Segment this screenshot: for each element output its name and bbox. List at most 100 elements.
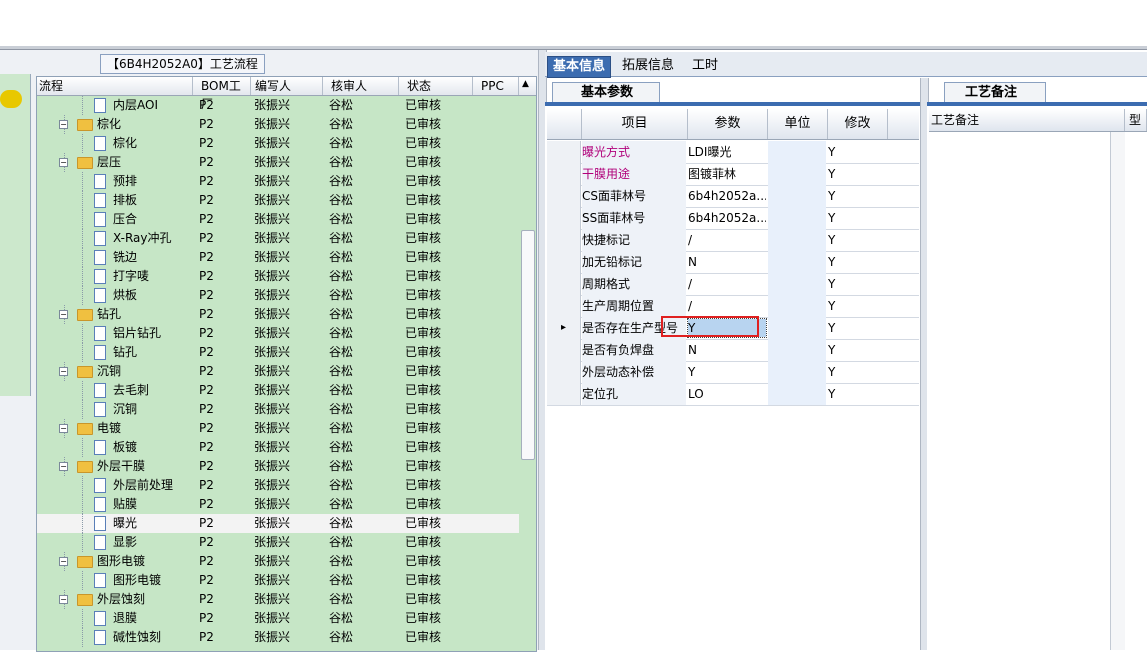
remarks-scrollbar[interactable] [1110,132,1125,650]
collapse-toggle-icon[interactable]: − [59,120,68,129]
col-header-process[interactable]: 流程 [37,77,193,95]
param-value[interactable]: / [688,229,766,251]
process-name: 电镀 [97,421,122,435]
param-row[interactable]: 曝光方式 LDI曝光 Y [547,141,919,164]
collapse-toggle-icon[interactable]: − [59,462,68,471]
param-row[interactable]: CS面菲林号 6b4h2052a... Y [547,185,919,208]
tab-basic-info[interactable]: 基本信息 [547,56,612,78]
row-selector[interactable] [547,185,581,207]
collapse-toggle-icon[interactable]: − [59,158,68,167]
param-value[interactable]: 6b4h2052a... [688,185,766,207]
row-selector[interactable] [547,361,581,383]
param-row[interactable]: 定位孔 LO Y [547,383,919,406]
process-row[interactable]: − 棕化 P2 张振兴 谷松 已审核 [37,115,519,134]
process-row[interactable]: 打字唛 P2 张振兴 谷松 已审核 [37,267,519,286]
process-row[interactable]: 曝光 P2 张振兴 谷松 已审核 [37,514,519,533]
row-selector[interactable] [547,229,581,251]
process-row[interactable]: 图形电镀 P2 张振兴 谷松 已审核 [37,571,519,590]
row-selector[interactable] [547,251,581,273]
col-header-remarks[interactable]: 工艺备注 [929,109,1125,131]
process-row[interactable]: 沉铜 P2 张振兴 谷松 已审核 [37,400,519,419]
row-selector[interactable] [547,295,581,317]
process-row[interactable]: − 电镀 P2 张振兴 谷松 已审核 [37,419,519,438]
row-selector[interactable]: ▸ [547,317,581,339]
param-row[interactable]: 干膜用途 图镀菲林 Y [547,163,919,186]
col-header-status[interactable]: 状态 [399,77,473,95]
process-row[interactable]: 退膜 P2 张振兴 谷松 已审核 [37,609,519,628]
col-header-param[interactable]: 参数 [688,109,768,139]
status: 已审核 [405,231,442,245]
collapse-toggle-icon[interactable]: − [59,310,68,319]
reviewer: 谷松 [329,98,354,112]
param-modify: Y [828,343,836,357]
col-header-ppc[interactable]: PPC [473,77,519,95]
param-value[interactable]: / [688,273,766,295]
process-row[interactable]: 铣边 P2 张振兴 谷松 已审核 [37,248,519,267]
param-row[interactable]: 周期格式 / Y [547,273,919,296]
row-selector[interactable] [547,273,581,295]
process-row[interactable]: 内层AOI P2 张振兴 谷松 已审核 [37,96,519,115]
param-row[interactable]: 加无铅标记 N Y [547,251,919,274]
col-header-unit[interactable]: 单位 [768,109,828,139]
param-row[interactable]: SS面菲林号 6b4h2052a... Y [547,207,919,230]
param-value[interactable]: N [688,251,766,273]
col-header-bom[interactable]: BOM工厂 [193,77,251,111]
row-selector[interactable] [547,383,581,405]
process-row[interactable]: − 层压 P2 张振兴 谷松 已审核 [37,153,519,172]
collapse-toggle-icon[interactable]: − [59,367,68,376]
param-value[interactable]: N [688,339,766,361]
row-selector[interactable] [547,141,581,163]
process-row[interactable]: 棕化 P2 张振兴 谷松 已审核 [37,134,519,153]
col-header-modify[interactable]: 修改 [828,109,888,139]
chat-bubble-icon[interactable] [0,90,22,108]
process-row[interactable]: − 外层蚀刻 P2 张振兴 谷松 已审核 [37,590,519,609]
tab-process-remarks[interactable]: 工艺备注 [944,82,1047,103]
process-row[interactable]: 去毛刺 P2 张振兴 谷松 已审核 [37,381,519,400]
col-header-item[interactable]: 项目 [582,109,688,139]
process-row[interactable]: 板镀 P2 张振兴 谷松 已审核 [37,438,519,457]
param-row[interactable]: 外层动态补偿 Y Y [547,361,919,384]
process-row[interactable]: 烘板 P2 张振兴 谷松 已审核 [37,286,519,305]
process-row[interactable]: − 图形电镀 P2 张振兴 谷松 已审核 [37,552,519,571]
collapse-toggle-icon[interactable]: − [59,595,68,604]
process-row[interactable]: 贴膜 P2 张振兴 谷松 已审核 [37,495,519,514]
process-grid-scroll-thumb[interactable] [521,230,535,460]
col-header-writer[interactable]: 编写人 [251,77,323,95]
process-row[interactable]: − 沉铜 P2 张振兴 谷松 已审核 [37,362,519,381]
process-row[interactable]: − 外层干膜 P2 张振兴 谷松 已审核 [37,457,519,476]
param-value[interactable]: 图镀菲林 [688,163,766,185]
param-value[interactable]: / [688,295,766,317]
param-value[interactable]: LO [688,383,766,405]
collapse-toggle-icon[interactable]: − [59,424,68,433]
row-selector[interactable] [547,339,581,361]
process-row[interactable]: 排板 P2 张振兴 谷松 已审核 [37,191,519,210]
row-selector[interactable] [547,207,581,229]
param-value[interactable]: LDI曝光 [688,141,766,163]
process-row[interactable]: 铝片钻孔 P2 张振兴 谷松 已审核 [37,324,519,343]
collapse-toggle-icon[interactable]: − [59,557,68,566]
status: 已审核 [405,212,442,226]
status: 已审核 [405,440,442,454]
row-selector[interactable] [547,163,581,185]
param-row[interactable]: 快捷标记 / Y [547,229,919,252]
process-row[interactable]: 外层前处理 P2 张振兴 谷松 已审核 [37,476,519,495]
process-row[interactable]: 压合 P2 张振兴 谷松 已审核 [37,210,519,229]
param-row[interactable]: 是否有负焊盘 N Y [547,339,919,362]
process-row[interactable]: 碱性蚀刻 P2 张振兴 谷松 已审核 [37,628,519,647]
process-row[interactable]: 显影 P2 张振兴 谷松 已审核 [37,533,519,552]
col-header-model[interactable]: 型号 [1127,109,1147,131]
process-row[interactable]: X-Ray冲孔 P2 张振兴 谷松 已审核 [37,229,519,248]
scroll-up-icon[interactable]: ▲ [522,79,529,89]
tab-work-hours[interactable]: 工时 [687,56,723,76]
process-row[interactable]: − 钻孔 P2 张振兴 谷松 已审核 [37,305,519,324]
reviewer: 谷松 [329,554,354,568]
col-header-reviewer[interactable]: 核审人 [323,77,399,95]
param-value[interactable]: 6b4h2052a... [688,207,766,229]
process-row[interactable]: 钻孔 P2 张振兴 谷松 已审核 [37,343,519,362]
process-row[interactable]: 预排 P2 张振兴 谷松 已审核 [37,172,519,191]
param-row[interactable]: 生产周期位置 / Y [547,295,919,318]
param-value[interactable]: Y [688,361,766,383]
tab-basic-params[interactable]: 基本参数 [552,82,661,103]
tab-extended-info[interactable]: 拓展信息 [617,56,679,76]
param-unit [768,295,826,317]
